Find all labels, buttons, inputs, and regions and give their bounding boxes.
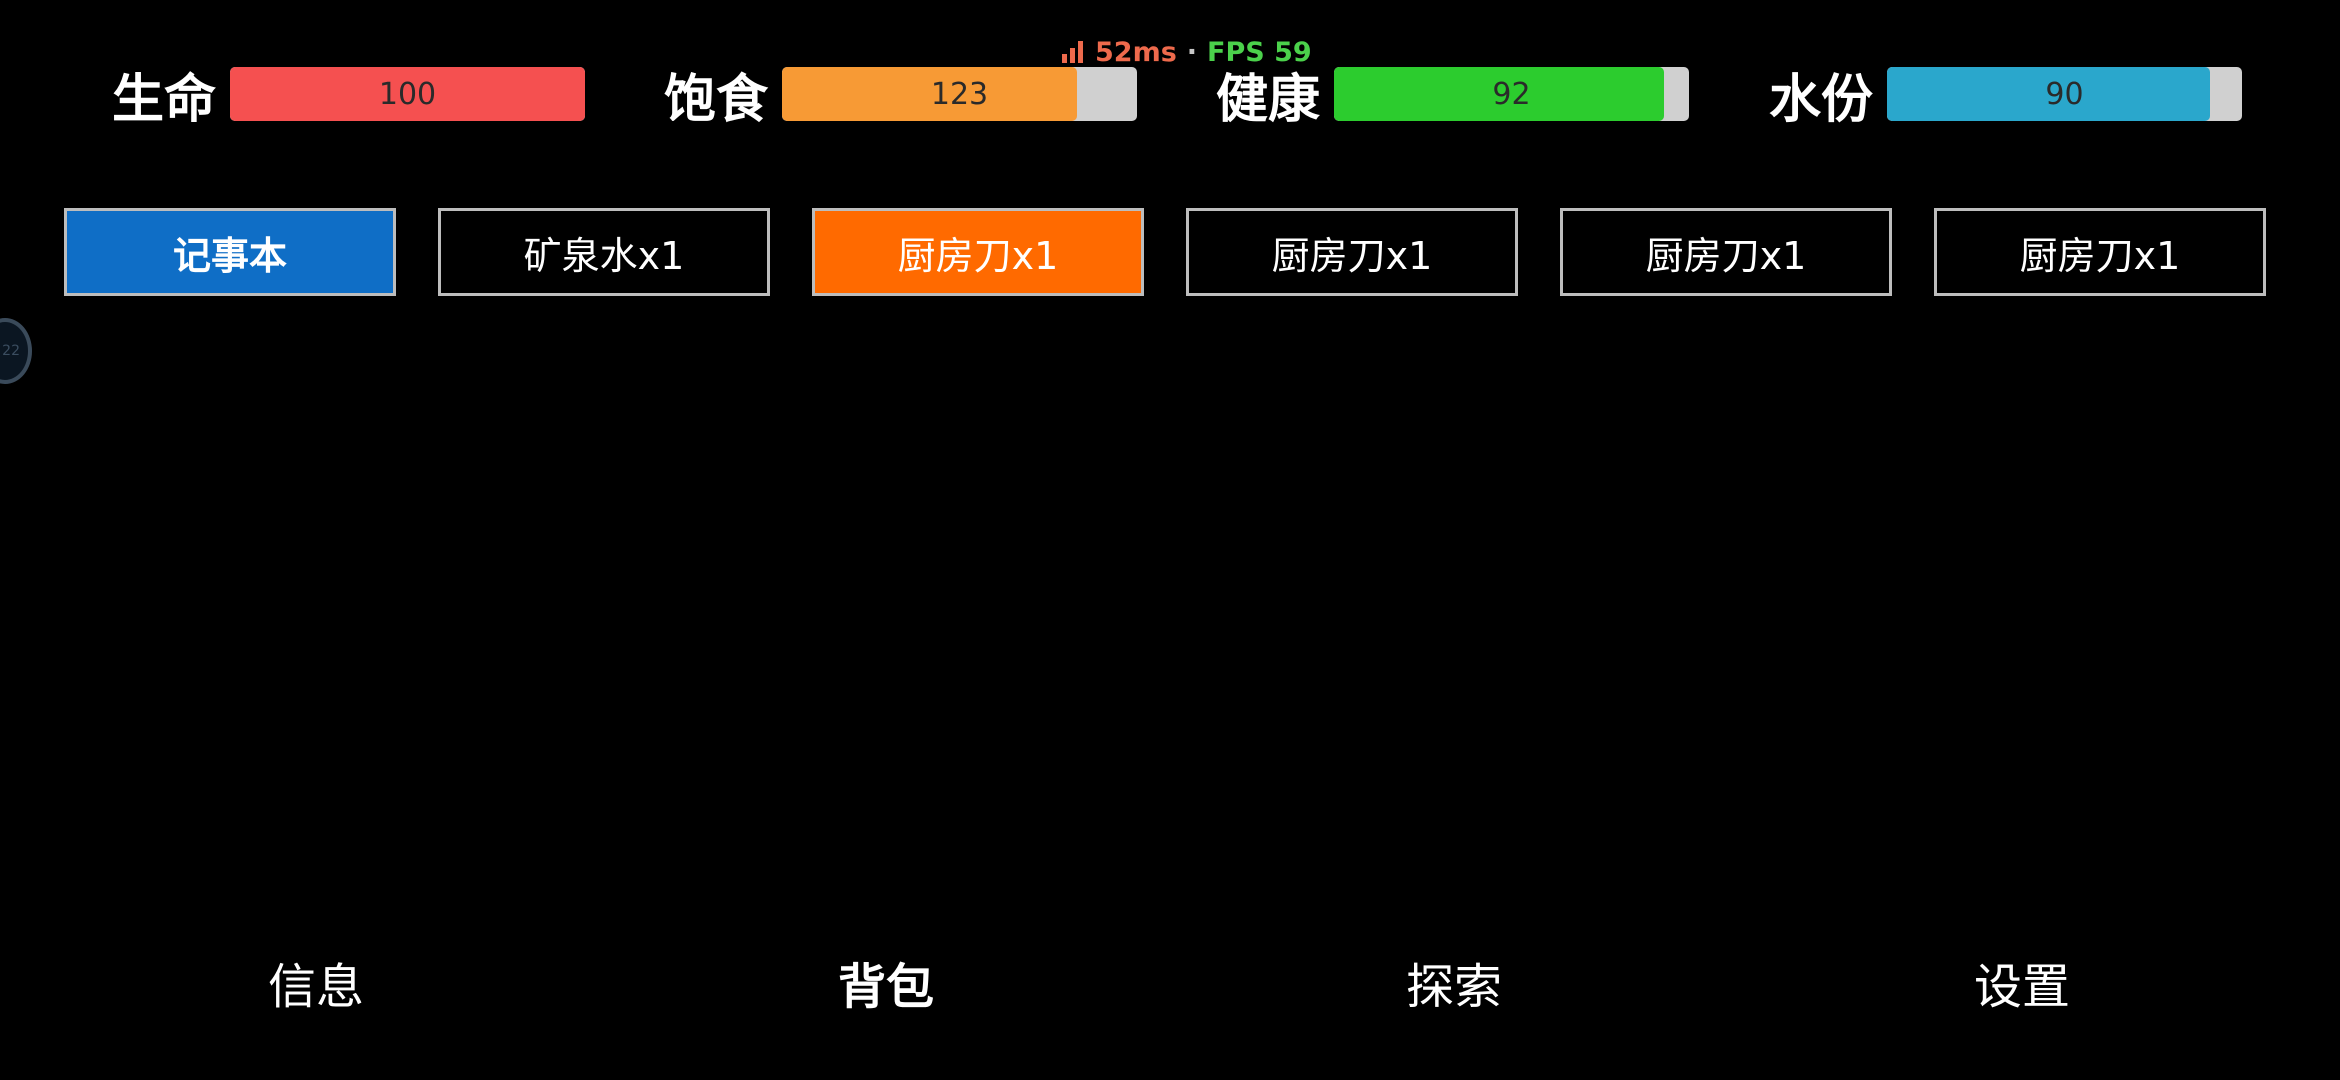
game-screen: 52ms · FPS 59 生命 100 饱食 123 健康 92 水份 90 … bbox=[0, 0, 2340, 1080]
nav-settings[interactable]: 设置 bbox=[1892, 946, 2152, 1018]
satiety-bar: 123 bbox=[782, 67, 1137, 121]
notebook-button[interactable]: 记事本 bbox=[64, 208, 396, 296]
floating-assist-button[interactable]: 22 bbox=[0, 318, 32, 384]
nav-backpack[interactable]: 背包 bbox=[756, 946, 1016, 1018]
nav-info[interactable]: 信息 bbox=[186, 946, 446, 1018]
nav-explore[interactable]: 探索 bbox=[1324, 946, 1584, 1018]
health-value: 92 bbox=[1492, 76, 1531, 112]
water-value: 90 bbox=[2045, 76, 2084, 112]
stat-life: 生命 100 bbox=[106, 58, 585, 130]
life-bar: 100 bbox=[230, 67, 585, 121]
stat-health: 健康 92 bbox=[1210, 58, 1689, 130]
satiety-value: 123 bbox=[930, 76, 989, 112]
health-bar: 92 bbox=[1334, 67, 1689, 121]
perf-separator: · bbox=[1186, 36, 1198, 68]
stat-label: 水份 bbox=[1768, 69, 1873, 130]
inventory-slot[interactable]: 厨房刀x1 bbox=[1186, 208, 1518, 296]
inventory-slot[interactable]: 厨房刀x1 bbox=[1934, 208, 2266, 296]
stat-label: 健康 bbox=[1215, 69, 1320, 130]
stat-label: 生命 bbox=[111, 69, 216, 130]
inventory-slot[interactable]: 厨房刀x1 bbox=[1560, 208, 1892, 296]
stat-satiety: 饱食 123 bbox=[658, 58, 1137, 130]
inventory-slot[interactable]: 矿泉水x1 bbox=[438, 208, 770, 296]
water-bar: 90 bbox=[1887, 67, 2242, 121]
stat-water: 水份 90 bbox=[1763, 58, 2242, 130]
inventory-slot-selected[interactable]: 厨房刀x1 bbox=[812, 208, 1144, 296]
floating-assist-text: 22 bbox=[2, 343, 20, 359]
life-value: 100 bbox=[378, 76, 437, 112]
stat-label: 饱食 bbox=[663, 69, 768, 130]
